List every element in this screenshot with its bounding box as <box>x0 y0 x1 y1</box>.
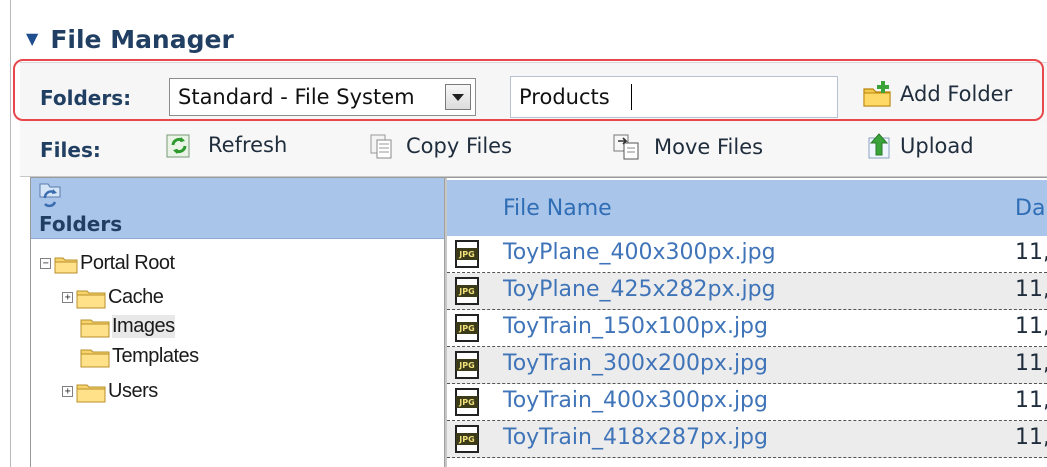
file-type-text: JPG <box>458 324 474 333</box>
file-row[interactable]: JPG ToyTrain_400x300px.jpg 11, <box>447 384 1047 421</box>
add-folder-button[interactable]: Add Folder <box>862 80 1012 108</box>
files-label: Files: <box>40 138 101 162</box>
folder-icon <box>80 349 110 367</box>
tree-node-label: Users <box>108 380 158 402</box>
tree-node-portal-root[interactable]: − Portal Root <box>40 252 175 275</box>
add-folder-label: Add Folder <box>900 82 1013 106</box>
file-row[interactable]: JPG ToyPlane_425x282px.jpg 11, <box>447 273 1047 310</box>
upload-icon <box>868 133 890 159</box>
dropdown-arrow-icon[interactable] <box>445 84 471 110</box>
refresh-button[interactable]: Refresh <box>166 132 287 158</box>
tree-node-cache[interactable]: + Cache <box>62 286 164 309</box>
expand-icon[interactable]: + <box>62 386 73 397</box>
file-name[interactable]: ToyTrain_300x200px.jpg <box>503 351 768 376</box>
folder-tree-title: Folders <box>39 212 123 236</box>
copy-files-button[interactable]: Copy Files <box>368 132 512 160</box>
file-date: 11, <box>1015 351 1047 376</box>
move-files-label: Move Files <box>654 135 764 159</box>
tree-node-users[interactable]: + Users <box>62 380 158 403</box>
collapse-triangle-icon[interactable]: ▼ <box>26 31 38 47</box>
jpg-file-icon: JPG <box>455 314 479 342</box>
add-folder-icon <box>863 81 891 107</box>
tree-node-images[interactable]: Images <box>80 315 175 338</box>
file-name[interactable]: ToyTrain_400x300px.jpg <box>503 388 768 413</box>
page-title: File Manager <box>50 24 234 54</box>
file-date: 11, <box>1015 240 1047 265</box>
column-header-date[interactable]: Da <box>1015 196 1045 221</box>
tree-node-label: Templates <box>112 345 199 367</box>
file-date: 11, <box>1015 425 1047 450</box>
folder-icon <box>54 257 78 273</box>
move-files-button[interactable]: Move Files <box>612 132 763 162</box>
file-row[interactable]: JPG ToyTrain_150x100px.jpg 11, <box>447 310 1047 347</box>
file-row[interactable]: JPG ToyTrain_418x287px.jpg 11, <box>447 421 1047 458</box>
upload-label: Upload <box>900 134 974 158</box>
file-name[interactable]: ToyTrain_418x287px.jpg <box>503 425 768 450</box>
folder-icon <box>76 384 106 402</box>
column-header-file-name[interactable]: File Name <box>503 196 612 221</box>
folder-provider-select[interactable]: Standard - File System <box>169 78 476 116</box>
jpg-file-icon: JPG <box>455 240 479 268</box>
panel-frame <box>10 0 11 467</box>
file-type-text: JPG <box>458 287 474 296</box>
file-type-text: JPG <box>458 398 474 407</box>
tree-node-label: Cache <box>108 286 164 308</box>
new-folder-name-input[interactable] <box>510 76 838 118</box>
file-date: 11, <box>1015 277 1047 302</box>
file-name[interactable]: ToyTrain_150x100px.jpg <box>503 314 768 339</box>
copy-files-icon <box>370 134 392 159</box>
file-type-text: JPG <box>458 435 474 444</box>
jpg-file-icon: JPG <box>455 388 479 416</box>
expand-icon[interactable]: + <box>62 292 73 303</box>
folder-icon <box>76 290 106 308</box>
file-date: 11, <box>1015 388 1047 413</box>
jpg-file-icon: JPG <box>455 425 479 453</box>
refresh-icon <box>166 134 190 158</box>
jpg-file-icon: JPG <box>455 351 479 379</box>
module-title-row: ▼ File Manager <box>26 22 234 56</box>
folder-icon <box>80 319 110 337</box>
folder-tree-refresh-icon[interactable] <box>37 180 63 208</box>
refresh-label: Refresh <box>208 133 288 157</box>
folder-tree-header: Folders <box>31 178 444 239</box>
collapse-icon[interactable]: − <box>40 258 51 269</box>
jpg-file-icon: JPG <box>455 277 479 305</box>
tree-node-label-selected: Images <box>112 315 175 338</box>
file-name[interactable]: ToyPlane_400x300px.jpg <box>503 240 776 265</box>
tree-node-label: Portal Root <box>80 252 175 274</box>
file-name[interactable]: ToyPlane_425x282px.jpg <box>503 277 776 302</box>
file-list-header: File Name Da <box>447 180 1047 236</box>
folders-label: Folders: <box>40 86 132 110</box>
file-row[interactable]: JPG ToyTrain_300x200px.jpg 11, <box>447 347 1047 384</box>
file-row[interactable]: JPG ToyPlane_400x300px.jpg 11, <box>447 236 1047 273</box>
copy-files-label: Copy Files <box>406 134 513 158</box>
text-cursor <box>631 84 632 110</box>
file-date: 11, <box>1015 314 1047 339</box>
upload-button[interactable]: Upload <box>866 132 974 160</box>
folder-provider-value: Standard - File System <box>178 85 415 109</box>
move-files-icon <box>613 134 639 160</box>
tree-node-templates[interactable]: Templates <box>80 345 199 368</box>
file-type-text: JPG <box>458 250 474 259</box>
file-type-text: JPG <box>458 361 474 370</box>
